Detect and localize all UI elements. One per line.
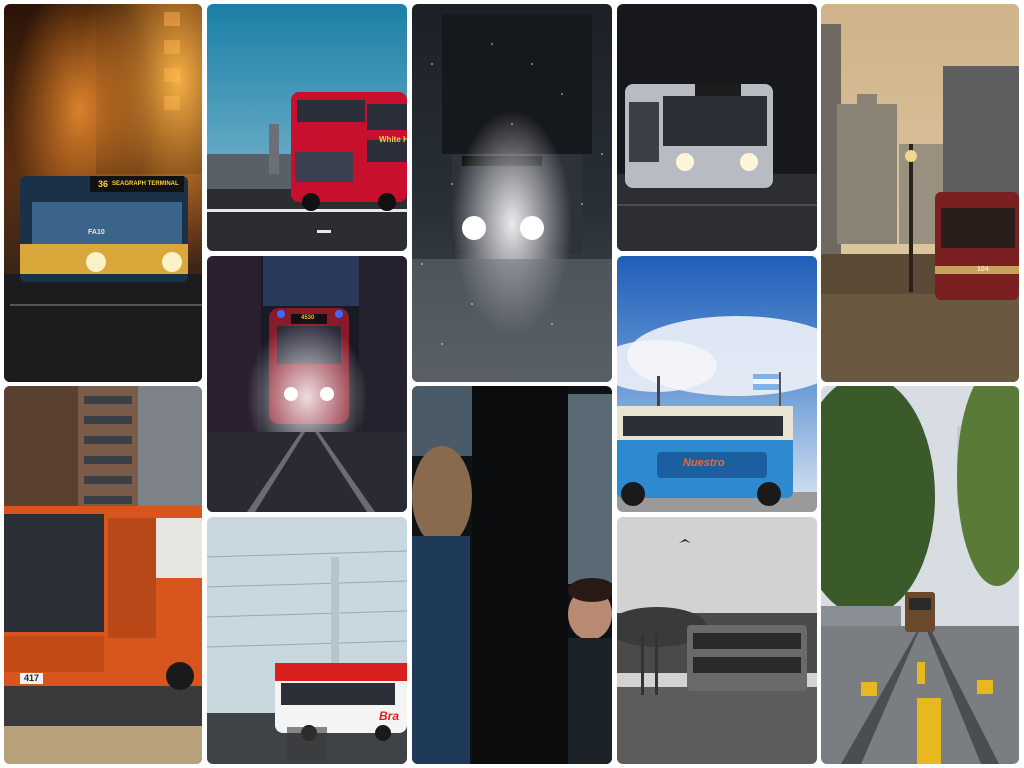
photo-tile-blue-vintage-bus[interactable]: Nuestro [617,256,817,512]
bus-destination-sign: SEAGRAPH TERMINAL [112,181,179,187]
commuters-inside-bus-image [412,386,612,764]
tram-route-sign: 4530 [301,315,315,321]
blue-vintage-bus-image [617,256,817,512]
sf-cable-car-image [821,386,1019,764]
red-double-decker-image [207,4,407,251]
red-white-bus-motion-image [207,517,407,764]
orange-city-bus-image [4,386,202,764]
bus-route-sign: 36 [98,179,109,189]
photo-tile-grayscale-double-decker[interactable] [617,517,817,764]
bus-livery-text: Bra [379,709,400,723]
photo-tile-chicago-trolley[interactable]: 104 [821,4,1019,382]
snowy-night-bus-image [412,4,612,382]
photo-tile-foggy-night-bus[interactable]: 36 SEAGRAPH TERMINAL FA10 [4,4,202,382]
chicago-trolley-image [821,4,1019,382]
bus-livery-text: Nuestro [683,457,725,469]
trolley-number: 104 [977,266,989,273]
night-bus-headlights-image [617,4,817,251]
bus-destination-sign: White Ha... [379,135,407,144]
photo-tile-red-tram-night[interactable]: 4530 [207,256,407,512]
grayscale-double-decker-image [617,517,817,764]
red-tram-night-image [207,256,407,512]
photo-tile-orange-city-bus[interactable]: 417 [4,386,202,764]
photo-tile-commuters-inside-bus[interactable] [412,386,612,764]
photo-tile-red-white-bus-motion[interactable]: Bra [207,517,407,764]
photo-tile-red-double-decker[interactable]: White Ha... [207,4,407,251]
photo-tile-snowy-night-bus[interactable] [412,4,612,382]
foggy-night-bus-image [4,4,202,382]
photo-tile-sf-cable-car[interactable] [821,386,1019,764]
photo-tile-night-bus-headlights[interactable] [617,4,817,251]
bus-plate: 417 [20,673,44,684]
bus-fleet-number: FA10 [88,229,105,236]
